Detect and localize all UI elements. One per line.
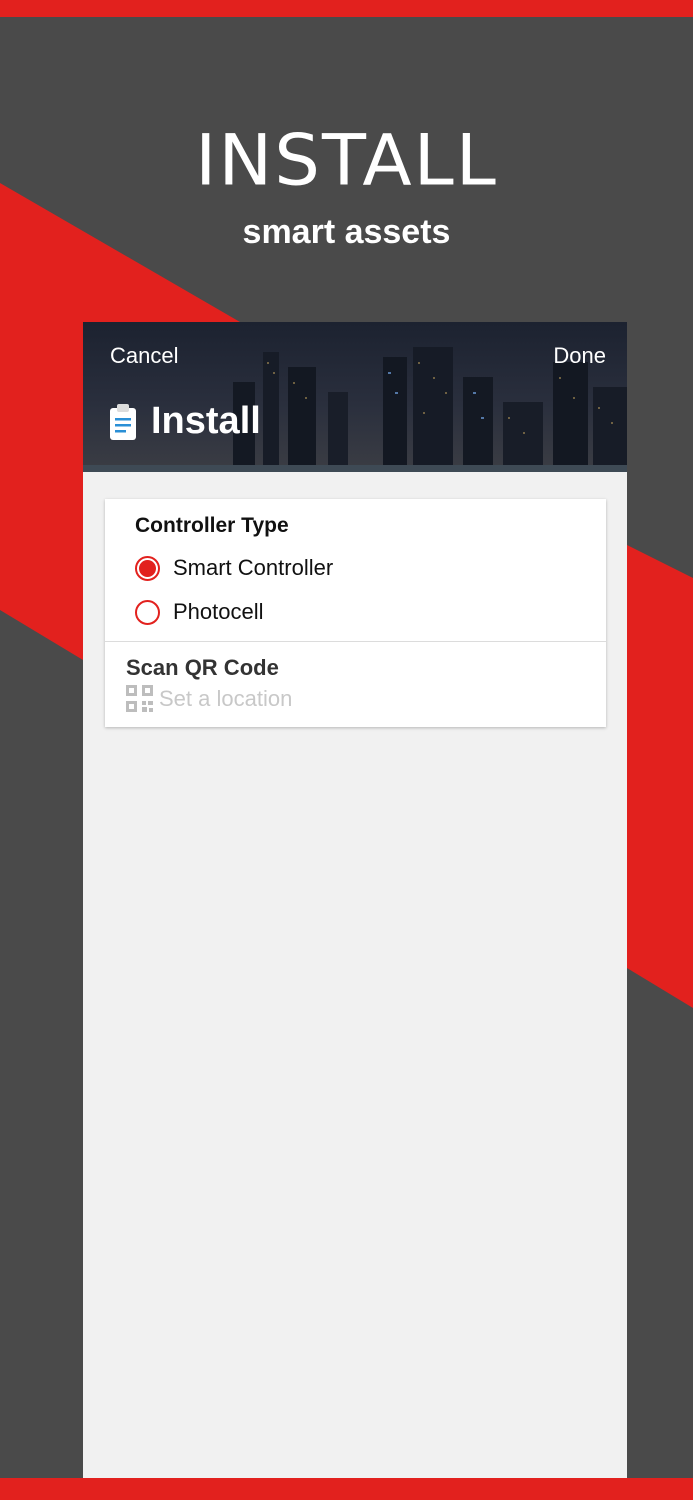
red-diagonal-right <box>627 545 693 1008</box>
radio-label: Smart Controller <box>173 555 334 580</box>
radio-button-selected[interactable] <box>135 555 160 581</box>
page-title: Install <box>151 400 261 442</box>
header-bottom-strip <box>83 465 627 472</box>
qr-code-icon <box>126 685 153 712</box>
bottom-accent-stripe <box>0 1478 693 1500</box>
hero-subtitle: smart assets <box>242 213 451 251</box>
clipboard-icon <box>110 403 136 440</box>
cancel-button[interactable]: Cancel <box>110 343 178 369</box>
header-title-row: Install <box>109 400 261 443</box>
radio-label: Photocell <box>173 599 264 624</box>
navigation-header: Cancel Done Install <box>83 322 627 472</box>
controller-type-title: Controller Type <box>135 514 289 537</box>
location-placeholder: Set a location <box>159 685 293 711</box>
section-divider <box>105 641 606 642</box>
radio-option-smart-controller[interactable]: Smart Controller <box>135 555 333 581</box>
scan-qr-title: Scan QR Code <box>126 655 279 680</box>
radio-button-unselected[interactable] <box>135 599 160 625</box>
app-screen: Cancel Done Install Controller Type Smar… <box>83 322 627 1500</box>
done-button[interactable]: Done <box>553 343 606 369</box>
install-form-card: Controller Type Smart Controller Photoce… <box>105 499 606 727</box>
radio-option-photocell[interactable]: Photocell <box>135 599 264 625</box>
scan-qr-field[interactable]: Set a location <box>126 685 292 712</box>
hero-title: INSTALL <box>195 118 498 202</box>
